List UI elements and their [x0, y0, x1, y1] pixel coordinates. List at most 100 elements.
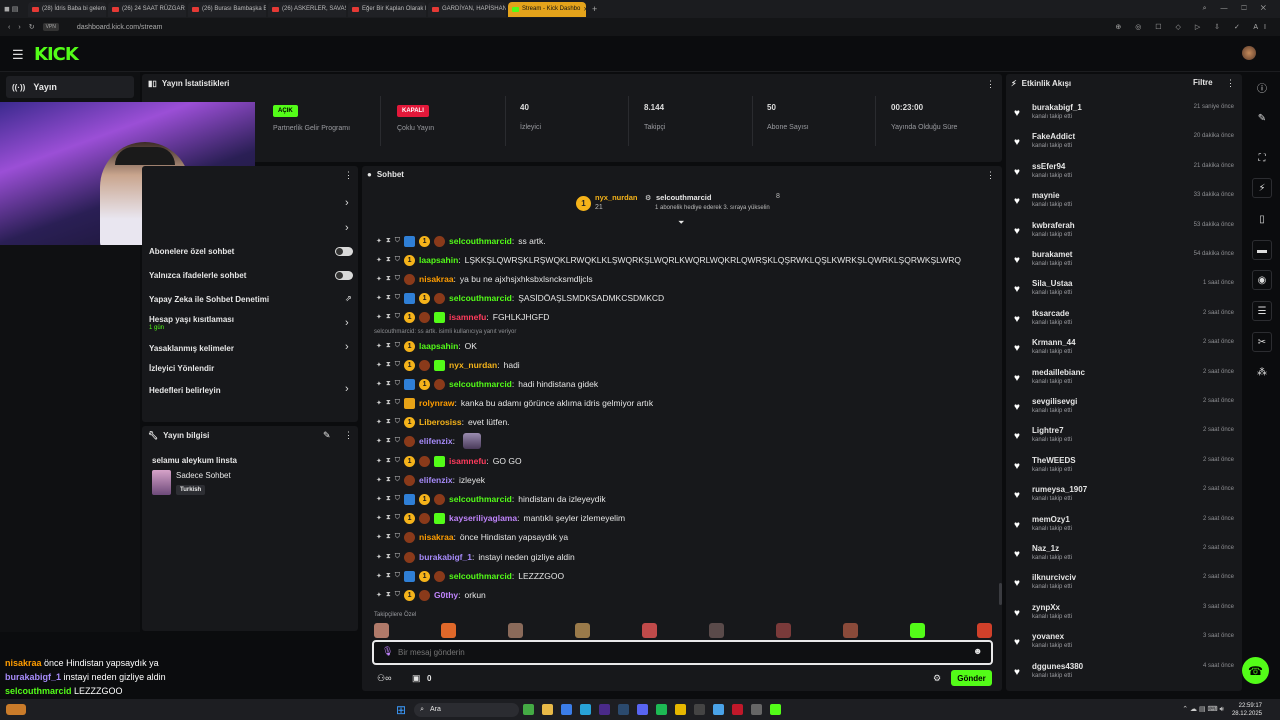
chat-message[interactable]: ✦ ⧗ ⛉ nisakraa: önce Hindistan yapsaydık ya [376, 529, 568, 545]
chat-message[interactable]: ✦ ⧗ ⛉ 1 Liberosiss: evet lütfen. [376, 414, 510, 430]
app-icon-obs[interactable] [694, 704, 706, 715]
chat-message[interactable]: ✦ ⧗ ⛉ 1 laapsahin: LŞKKŞLQWRŞKLRŞWQKLRWQKLKLŞ… [376, 252, 961, 268]
follower-avatar[interactable] [776, 623, 791, 638]
chat-rail-icon[interactable]: ▬ [1252, 240, 1272, 260]
setting-ai-moderation[interactable]: Yapay Zeka ile Sohbet Denetimi [149, 295, 269, 304]
feed-item[interactable]: ♥ yovanex kanalı takip etti 3 saat önce [1014, 629, 1236, 658]
chat-message[interactable]: ✦ ⧗ ⛉ 1 kayseriliyaglama: mantıklı şeyler izl… [376, 510, 625, 526]
chat-username[interactable]: selcouthmarcid [449, 293, 512, 303]
feed-username[interactable]: dggunes4380 [1032, 662, 1083, 671]
app-icon-settings[interactable] [751, 704, 763, 715]
app-icon-opera[interactable] [732, 704, 744, 715]
chat-username[interactable]: elifenzix [419, 436, 453, 446]
chat-settings-icon[interactable]: ⚙ [933, 673, 941, 684]
follower-avatar[interactable] [441, 623, 456, 638]
browser-tab[interactable]: (26) ASKERLER, SAVAŞ Y [268, 1, 346, 17]
feed-item[interactable]: ♥ Krmann_44 kanalı takip etti 2 saat önce [1014, 335, 1236, 364]
feed-username[interactable]: rumeysa_1907 [1032, 485, 1087, 494]
setting-account-age[interactable]: Hesap yaşı kısıtlaması [149, 315, 234, 324]
feed-filter-button[interactable]: Filtre [1193, 78, 1213, 87]
feed-username[interactable]: maynie [1032, 191, 1060, 200]
feed-menu-icon[interactable]: ⋮ [1226, 78, 1235, 89]
feed-item[interactable]: ♥ dggunes4380 kanalı takip etti 4 saat önce [1014, 659, 1236, 688]
chat-message[interactable]: ✦ ⧗ ⛉ 1 isamnefu: FGHLKJHGFD [376, 309, 549, 325]
follower-avatar[interactable] [709, 623, 724, 638]
chat-username[interactable]: laapsahin [419, 255, 458, 265]
follower-avatar[interactable] [843, 623, 858, 638]
chat-message[interactable]: ✦ ⧗ ⛉ 1 selcouthmarcid: ŞASİDÖAŞLSMDKSADMKCSD… [376, 290, 664, 306]
stream-info-menu-icon[interactable]: ⋮ [344, 430, 353, 441]
scroll-down-icon[interactable]: ⏷ [678, 218, 684, 228]
weather-icon[interactable] [6, 704, 26, 715]
feed-item[interactable]: ♥ kwbraferah kanalı takip etti 53 dakika ön… [1014, 218, 1236, 247]
leader-user-2[interactable]: selcouthmarcid [656, 193, 711, 202]
browser-menu-icon[interactable]: ◼ ▤ [4, 5, 26, 13]
leader-user[interactable]: nyx_nurdan [595, 193, 638, 202]
feed-username[interactable]: Lightre7 [1032, 426, 1064, 435]
follower-avatar[interactable] [910, 623, 925, 638]
follower-avatar[interactable] [642, 623, 657, 638]
feed-username[interactable]: medaillebianc [1032, 368, 1085, 377]
vpn-badge[interactable]: VPN [42, 23, 59, 31]
chat-username[interactable]: laapsahin [419, 341, 458, 351]
chat-message[interactable]: ✦ ⧗ ⛉ 1 selcouthmarcid: hadi hindistana gidek [376, 376, 598, 392]
chat-message[interactable]: ✦ ⧗ ⛉ 1 G0thy: orkun [376, 587, 486, 603]
broadcast-rail-icon[interactable]: ◉ [1252, 270, 1272, 290]
browser-tab[interactable]: (26) Burası Bambaşka Bi [188, 1, 266, 17]
app-icon-files[interactable] [542, 704, 554, 715]
feed-username[interactable]: sevgilisevgi [1032, 397, 1077, 406]
feed-item[interactable]: ♥ burakamet kanalı takip etti 54 dakika önc… [1014, 247, 1236, 276]
feed-username[interactable]: tksarcade [1032, 309, 1069, 318]
external-link-icon[interactable]: ⇗ [345, 294, 352, 303]
feed-item[interactable]: ♥ ssEfer94 kanalı takip etti 21 dakika önce [1014, 159, 1236, 188]
back-icon[interactable]: ‹ [8, 24, 10, 31]
apps-icon[interactable]: ⁂ [1252, 362, 1272, 382]
chevron-right-icon[interactable]: › [345, 383, 349, 395]
setting-banned-words[interactable]: Yasaklanmış kelimeler [149, 344, 234, 353]
app-icon-mail[interactable] [561, 704, 573, 715]
feed-username[interactable]: Krmann_44 [1032, 338, 1076, 347]
follower-avatar[interactable] [977, 623, 992, 638]
chat-message[interactable]: ✦ ⧗ ⛉ rolynraw: kanka bu adamı görünce aklım… [376, 395, 653, 411]
browser-actions-icon[interactable]: ⊕ ◎ ☐ ◇ ▷ ⇩ ✓ AI [1115, 23, 1272, 31]
chat-username[interactable]: G0thy [434, 590, 458, 600]
chat-username[interactable]: burakabigf_1 [419, 552, 472, 562]
taskbar-search[interactable]: ⌕ Ara [414, 702, 520, 717]
info-icon[interactable]: ⓘ [1252, 77, 1272, 97]
feed-item[interactable]: ♥ tksarcade kanalı takip etti 2 saat önce [1014, 306, 1236, 335]
follower-avatar[interactable] [374, 623, 389, 638]
app-icon-photos[interactable] [713, 704, 725, 715]
chat-message[interactable]: ✦ ⧗ ⛉ 1 nyx_nurdan: hadi [376, 357, 520, 373]
follower-avatar[interactable] [575, 623, 590, 638]
support-chat-button[interactable]: ☎ [1242, 657, 1269, 684]
feed-username[interactable]: yovanex [1032, 632, 1064, 641]
kick-logo[interactable]: KICK [34, 44, 79, 65]
chat-username[interactable]: nisakraa [419, 532, 454, 542]
feed-username[interactable]: kwbraferah [1032, 221, 1075, 230]
send-button[interactable]: Gönder [951, 670, 992, 686]
feed-item[interactable]: ♥ rumeysa_1907 kanalı takip etti 2 saat önc… [1014, 482, 1236, 511]
windows-start-icon[interactable]: ⊞ [396, 703, 406, 717]
wrench-rail-icon[interactable]: ✂ [1252, 332, 1272, 352]
chat-message[interactable]: ✦ ⧗ ⛉ 1 laapsahin: OK [376, 338, 477, 354]
app-icon-steam[interactable] [618, 704, 630, 715]
chat-username[interactable]: selcouthmarcid [449, 379, 512, 389]
toggle-sub-only[interactable] [335, 247, 353, 256]
feed-item[interactable]: ♥ Naz_1z kanalı takip etti 2 saat önce [1014, 541, 1236, 570]
chat-menu-icon[interactable]: ⋮ [986, 170, 995, 181]
url-text[interactable]: dashboard.kick.com/stream [77, 24, 163, 31]
feed-username[interactable]: TheWEEDS [1032, 456, 1076, 465]
edit-icon[interactable]: ✎ [323, 430, 331, 441]
browser-tab[interactable]: (28) İdris Baba bi gelemedi [28, 1, 106, 17]
feed-username[interactable]: ssEfer94 [1032, 162, 1065, 171]
feed-item[interactable]: ♥ medaillebianc kanalı takip etti 2 saat ön… [1014, 365, 1236, 394]
feed-item[interactable]: ♥ Sila_Ustaa kanalı takip etti 1 saat önce [1014, 276, 1236, 305]
chevron-right-icon[interactable]: › [345, 197, 349, 209]
mic-icon[interactable]: 🎙︎ [382, 646, 393, 657]
chat-message-input[interactable] [398, 645, 958, 660]
tab-close-icon[interactable]: ✕ [583, 6, 586, 13]
app-icon-chrome[interactable] [675, 704, 687, 715]
app-icon-kick[interactable] [770, 704, 782, 715]
chat-username[interactable]: nyx_nurdan [449, 360, 497, 370]
feed-item[interactable]: ♥ sevgilisevgi kanalı takip etti 2 saat önc… [1014, 394, 1236, 423]
